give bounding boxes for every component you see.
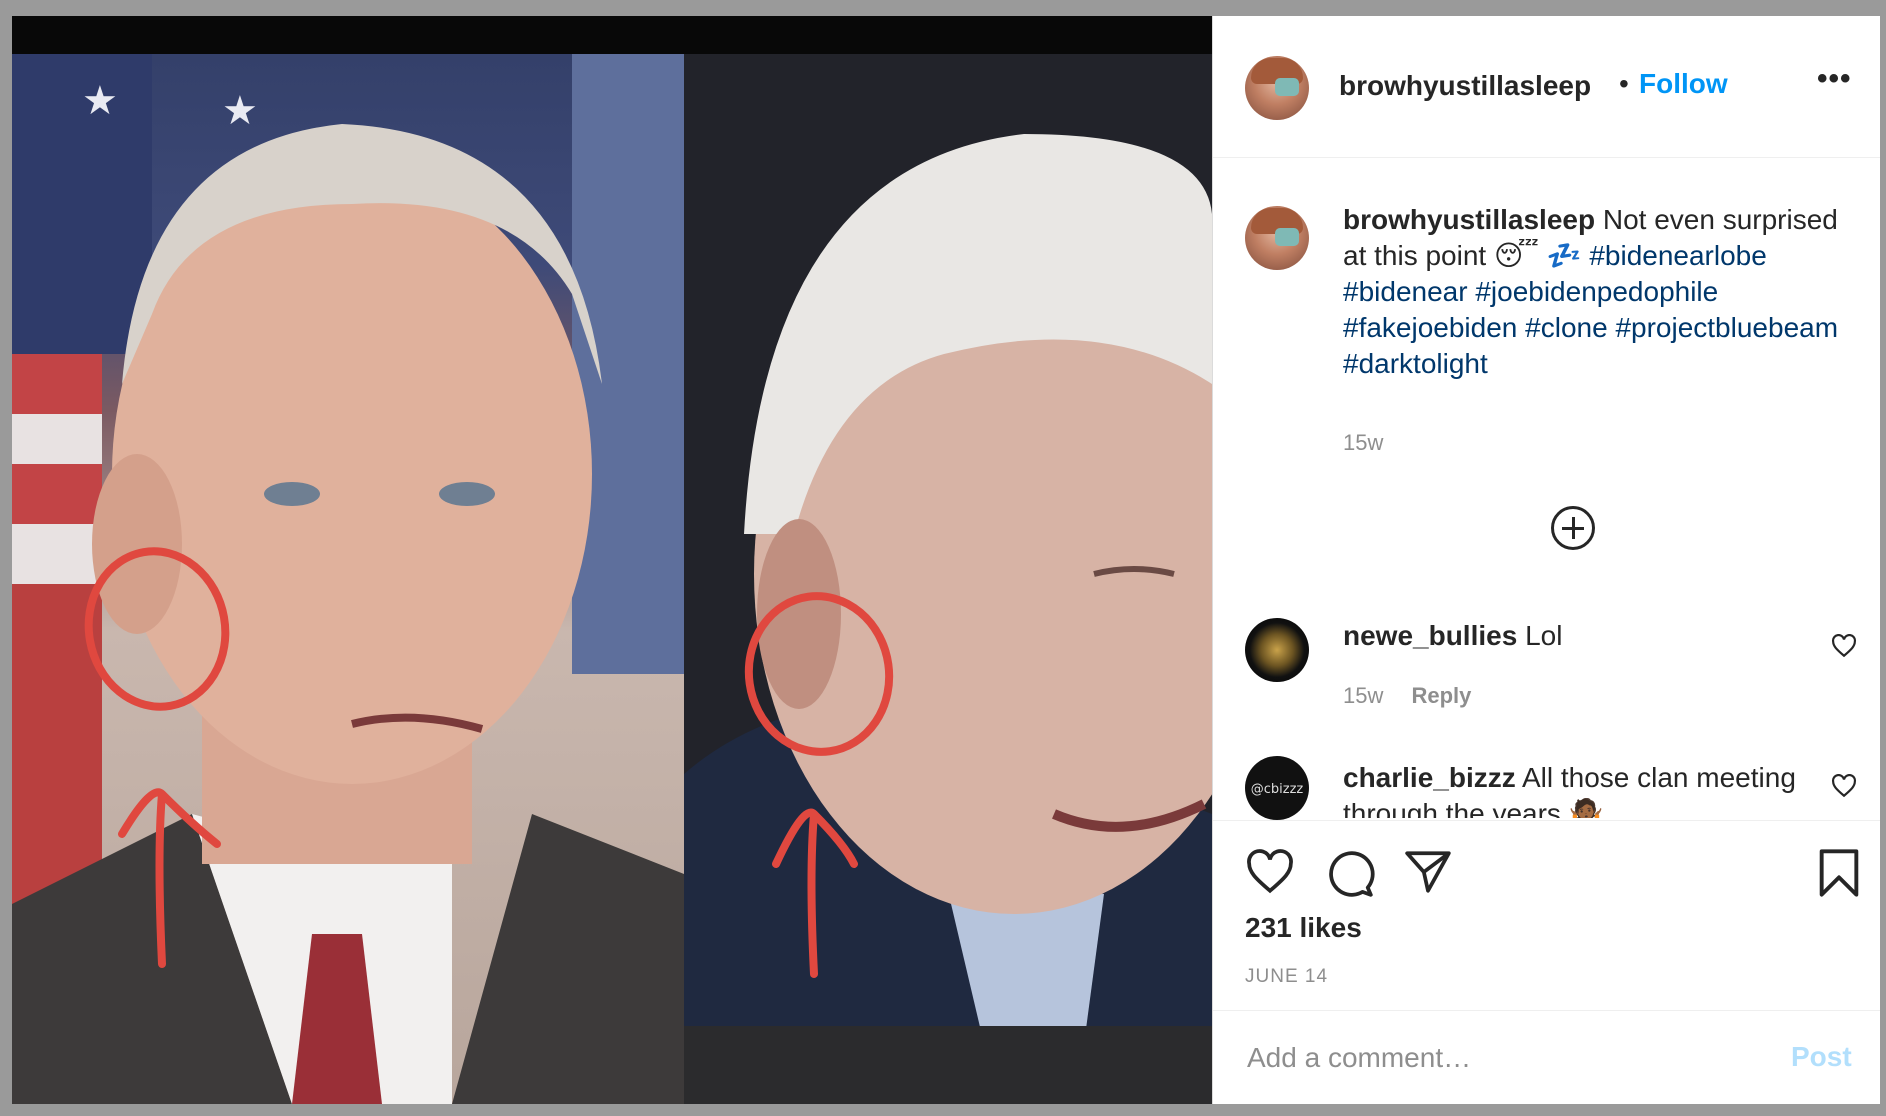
photo-left-art: ★ ★ [12, 54, 684, 1104]
comment-item: charlie_bizzz All those clan meeting thr… [1343, 760, 1813, 818]
caption-author-avatar[interactable] [1245, 206, 1309, 270]
load-more-comments-icon[interactable] [1551, 506, 1595, 550]
avatar-mask [1275, 228, 1299, 246]
more-options-icon[interactable]: ••• [1817, 62, 1852, 96]
share-paper-plane-icon[interactable] [1403, 849, 1453, 895]
caption-username[interactable]: browhyustillasleep [1343, 204, 1595, 235]
commenter-avatar[interactable]: @cbizzz [1245, 756, 1309, 820]
avatar-label: @cbizzz [1250, 782, 1304, 797]
post-caption: browhyustillasleep Not even surprised at… [1343, 202, 1863, 382]
comment-username[interactable]: charlie_bizzz [1343, 762, 1516, 793]
photo-bottom-strip [684, 1026, 1212, 1104]
post-header: browhyustillasleep • Follow ••• [1213, 16, 1880, 158]
like-comment-heart-icon[interactable] [1831, 774, 1857, 798]
comment-item: newe_bullies Lol [1343, 620, 1813, 652]
photo-right-art [684, 54, 1212, 1104]
svg-text:★: ★ [222, 88, 258, 134]
comment-username[interactable]: newe_bullies [1343, 620, 1517, 651]
post-date[interactable]: JUNE 14 [1245, 966, 1328, 988]
like-comment-heart-icon[interactable] [1831, 634, 1857, 658]
follow-button[interactable]: Follow [1639, 68, 1728, 100]
instagram-post-modal: ★ ★ browhyustillasleep • Follow ••• brow… [12, 16, 1880, 1104]
post-comment-button[interactable]: Post [1791, 1041, 1852, 1073]
comment-text: Lol [1525, 620, 1563, 651]
comment-bubble-icon[interactable] [1325, 849, 1375, 899]
author-username[interactable]: browhyustillasleep [1339, 70, 1591, 102]
post-sidebar: browhyustillasleep • Follow ••• browhyus… [1212, 16, 1880, 1104]
avatar-mask [1275, 78, 1299, 96]
likes-count[interactable]: 231 likes [1245, 912, 1362, 944]
comment-meta: 15w Reply [1343, 683, 1471, 709]
post-image[interactable]: ★ ★ [12, 16, 1212, 1104]
comment-timestamp[interactable]: 15w [1343, 683, 1383, 708]
save-bookmark-icon[interactable] [1817, 847, 1861, 899]
reply-button[interactable]: Reply [1411, 683, 1471, 708]
add-comment-input[interactable] [1245, 1035, 1749, 1081]
caption-timestamp[interactable]: 15w [1343, 430, 1383, 456]
like-heart-icon[interactable] [1245, 849, 1295, 895]
image-top-bar [12, 16, 1212, 54]
separator-dot: • [1619, 68, 1629, 99]
author-avatar[interactable] [1245, 56, 1309, 120]
photo-right-panel [684, 54, 1212, 1104]
add-comment-bar: Post [1213, 1010, 1880, 1104]
commenter-avatar[interactable] [1245, 618, 1309, 682]
svg-text:★: ★ [82, 78, 118, 124]
photo-left-panel: ★ ★ [12, 54, 684, 1104]
